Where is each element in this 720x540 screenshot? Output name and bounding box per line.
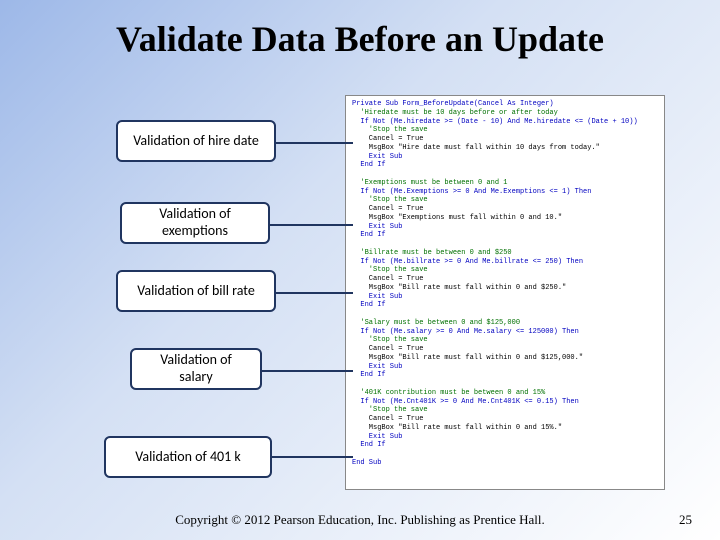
code-line: MsgBox "Bill rate must fall within 0 and… xyxy=(352,284,566,292)
code-line: Cancel = True xyxy=(352,205,423,213)
code-line: Exit Sub xyxy=(352,293,402,301)
code-line: Exit Sub xyxy=(352,363,402,371)
code-line: End If xyxy=(352,441,386,449)
validation-box: Validation of hire date xyxy=(116,120,276,162)
slide-title: Validate Data Before an Update xyxy=(0,0,720,60)
code-line: End If xyxy=(352,231,386,239)
code-line: 'Billrate must be between 0 and $250 xyxy=(352,249,512,257)
code-line: Cancel = True xyxy=(352,135,423,143)
code-line: 'Stop the save xyxy=(352,336,428,344)
code-line: 'Stop the save xyxy=(352,196,428,204)
code-line: 'Exemptions must be between 0 and 1 xyxy=(352,179,507,187)
code-line: MsgBox "Exemptions must fall within 0 an… xyxy=(352,214,562,222)
connector-line xyxy=(270,224,353,226)
code-line: 'Salary must be between 0 and $125,000 xyxy=(352,319,520,327)
connector-line xyxy=(276,142,353,144)
code-line: Exit Sub xyxy=(352,153,402,161)
code-line: If Not (Me.Cnt401K >= 0 And Me.Cnt401K <… xyxy=(352,398,579,406)
code-line: Cancel = True xyxy=(352,345,423,353)
connector-line xyxy=(276,292,353,294)
code-line: 'Stop the save xyxy=(352,266,428,274)
code-line: MsgBox "Bill rate must fall within 0 and… xyxy=(352,354,583,362)
code-line: MsgBox "Bill rate must fall within 0 and… xyxy=(352,424,562,432)
validation-box: Validation of 401 k xyxy=(104,436,272,478)
code-line: End If xyxy=(352,161,386,169)
code-line: Cancel = True xyxy=(352,275,423,283)
code-line: Exit Sub xyxy=(352,433,402,441)
code-line: End If xyxy=(352,301,386,309)
code-line: MsgBox "Hire date must fall within 10 da… xyxy=(352,144,600,152)
page-number: 25 xyxy=(679,512,692,528)
code-line: Exit Sub xyxy=(352,223,402,231)
code-line: If Not (Me.salary >= 0 And Me.salary <= … xyxy=(352,328,579,336)
validation-box: Validation of exemptions xyxy=(120,202,270,244)
code-line: End Sub xyxy=(352,459,381,467)
code-line: 'Stop the save xyxy=(352,126,428,134)
code-panel: Private Sub Form_BeforeUpdate(Cancel As … xyxy=(345,95,665,490)
code-line: Cancel = True xyxy=(352,415,423,423)
code-line: '401K contribution must be between 0 and… xyxy=(352,389,545,397)
code-line: If Not (Me.Exemptions >= 0 And Me.Exempt… xyxy=(352,188,591,196)
copyright-footer: Copyright © 2012 Pearson Education, Inc.… xyxy=(0,512,720,528)
code-line: If Not (Me.hiredate >= (Date - 10) And M… xyxy=(352,118,638,126)
connector-line xyxy=(272,456,353,458)
code-line: If Not (Me.billrate >= 0 And Me.billrate… xyxy=(352,258,583,266)
code-line: End If xyxy=(352,371,386,379)
validation-box: Validation of salary xyxy=(130,348,262,390)
connector-line xyxy=(262,370,353,372)
code-line: 'Hiredate must be 10 days before or afte… xyxy=(352,109,558,117)
validation-box: Validation of bill rate xyxy=(116,270,276,312)
code-line: 'Stop the save xyxy=(352,406,428,414)
slide-content: Private Sub Form_BeforeUpdate(Cancel As … xyxy=(0,90,720,490)
code-line: Private Sub Form_BeforeUpdate(Cancel As … xyxy=(352,100,554,108)
